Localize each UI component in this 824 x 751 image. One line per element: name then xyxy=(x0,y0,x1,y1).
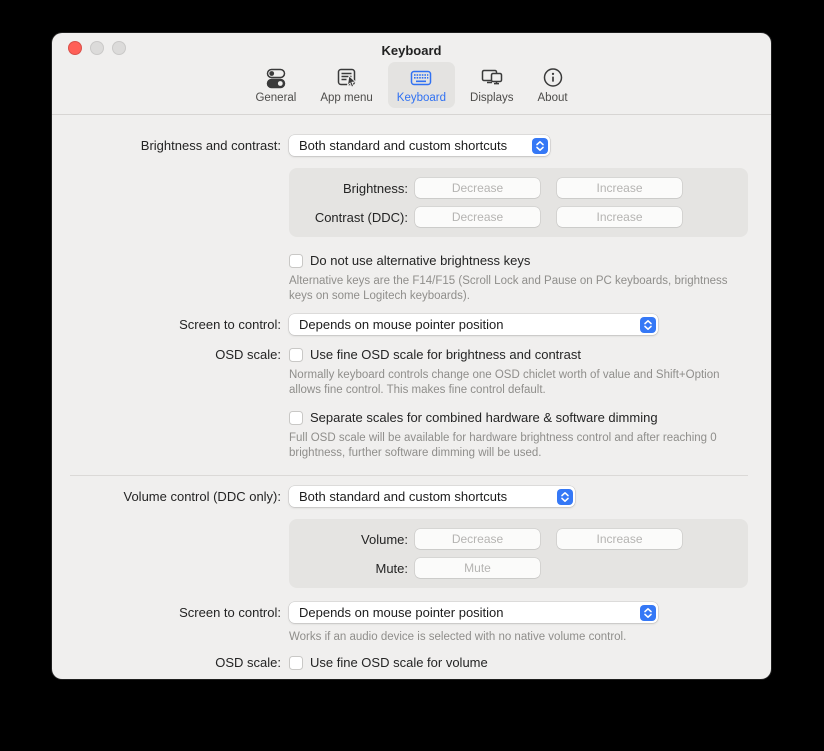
tab-general-label: General xyxy=(255,92,296,104)
alt-keys-checkbox[interactable] xyxy=(289,254,303,268)
brightness-mode-popup[interactable]: Both standard and custom shortcuts xyxy=(289,135,550,156)
alt-keys-label: Do not use alternative brightness keys xyxy=(310,253,530,268)
volume-screen-popup[interactable]: Depends on mouse pointer position xyxy=(289,602,658,623)
fine-osd-volume-label: Use fine OSD scale for volume xyxy=(310,655,488,670)
fine-osd-volume-row: Use fine OSD scale for volume xyxy=(289,655,488,670)
brightness-osd-row: OSD scale: Use fine OSD scale for bright… xyxy=(52,347,771,362)
preferences-window: Keyboard General xyxy=(52,33,771,679)
section-divider xyxy=(70,475,748,476)
separate-scales-row: Separate scales for combined hardware & … xyxy=(289,410,771,425)
alt-keys-row: Do not use alternative brightness keys xyxy=(289,253,771,268)
fine-osd-brightness-label: Use fine OSD scale for brightness and co… xyxy=(310,347,581,362)
volume-osd-label: OSD scale: xyxy=(52,655,289,670)
volume-mode-row: Volume control (DDC only): Both standard… xyxy=(52,486,771,507)
volume-label: Volume: xyxy=(289,532,415,547)
contrast-label: Contrast (DDC): xyxy=(289,210,415,225)
volume-mode-popup[interactable]: Both standard and custom shortcuts xyxy=(289,486,575,507)
zoom-button xyxy=(112,41,126,55)
brightness-screen-label: Screen to control: xyxy=(52,317,289,332)
brightness-mode-label: Brightness and contrast: xyxy=(52,138,289,153)
volume-mode-value: Both standard and custom shortcuts xyxy=(299,489,507,504)
tab-general[interactable]: General xyxy=(246,62,305,108)
volume-screen-help: Works if an audio device is selected wit… xyxy=(289,630,751,645)
tab-keyboard-label: Keyboard xyxy=(397,92,446,104)
window-title: Keyboard xyxy=(382,43,442,58)
brightness-osd-label: OSD scale: xyxy=(52,347,289,362)
mute-shortcut-row: Mute: Mute xyxy=(289,558,748,578)
volume-screen-value: Depends on mouse pointer position xyxy=(299,605,504,620)
menu-cursor-icon xyxy=(334,65,360,91)
fine-osd-brightness-checkbox[interactable] xyxy=(289,348,303,362)
keyboard-settings-pane: Brightness and contrast: Both standard a… xyxy=(52,115,771,670)
volume-mode-label: Volume control (DDC only): xyxy=(52,489,289,504)
minimize-button xyxy=(90,41,104,55)
brightness-screen-value: Depends on mouse pointer position xyxy=(299,317,504,332)
brightness-decrease-button[interactable]: Decrease xyxy=(415,178,540,198)
close-button[interactable] xyxy=(68,41,82,55)
title-bar: Keyboard xyxy=(52,33,771,60)
displays-icon xyxy=(479,65,505,91)
preferences-toolbar: General App menu xyxy=(52,60,771,115)
tab-displays-label: Displays xyxy=(470,92,513,104)
brightness-shortcut-row: Brightness: Decrease Increase xyxy=(289,178,748,198)
volume-shortcut-row: Volume: Decrease Increase xyxy=(289,529,748,549)
keyboard-icon xyxy=(408,65,434,91)
brightness-screen-popup[interactable]: Depends on mouse pointer position xyxy=(289,314,658,335)
mute-button[interactable]: Mute xyxy=(415,558,540,578)
tab-about[interactable]: About xyxy=(529,62,577,108)
fine-osd-volume-checkbox[interactable] xyxy=(289,656,303,670)
popup-chevrons-icon xyxy=(640,317,656,333)
brightness-shortcuts-box: Brightness: Decrease Increase Contrast (… xyxy=(289,168,748,237)
contrast-increase-button[interactable]: Increase xyxy=(557,207,682,227)
popup-chevrons-icon xyxy=(557,489,573,505)
volume-screen-label: Screen to control: xyxy=(52,605,289,620)
toggles-icon xyxy=(263,65,289,91)
fine-osd-brightness-row: Use fine OSD scale for brightness and co… xyxy=(289,347,581,362)
volume-shortcuts-box: Volume: Decrease Increase Mute: Mute xyxy=(289,519,748,588)
popup-chevrons-icon xyxy=(532,138,548,154)
brightness-mode-row: Brightness and contrast: Both standard a… xyxy=(52,135,771,156)
separate-scales-checkbox[interactable] xyxy=(289,411,303,425)
brightness-label: Brightness: xyxy=(289,181,415,196)
info-icon xyxy=(540,65,566,91)
tab-displays[interactable]: Displays xyxy=(461,62,522,108)
contrast-shortcut-row: Contrast (DDC): Decrease Increase xyxy=(289,207,748,227)
contrast-decrease-button[interactable]: Decrease xyxy=(415,207,540,227)
alt-keys-help: Alternative keys are the F14/F15 (Scroll… xyxy=(289,274,751,304)
tab-keyboard[interactable]: Keyboard xyxy=(388,62,455,108)
mute-label: Mute: xyxy=(289,561,415,576)
traffic-lights xyxy=(68,41,126,55)
tab-app-menu[interactable]: App menu xyxy=(311,62,381,108)
tab-about-label: About xyxy=(538,92,568,104)
tab-app-menu-label: App menu xyxy=(320,92,372,104)
volume-screen-row: Screen to control: Depends on mouse poin… xyxy=(52,602,771,623)
volume-osd-row: OSD scale: Use fine OSD scale for volume xyxy=(52,655,771,670)
fine-osd-brightness-help: Normally keyboard controls change one OS… xyxy=(289,368,751,398)
popup-chevrons-icon xyxy=(640,605,656,621)
volume-increase-button[interactable]: Increase xyxy=(557,529,682,549)
volume-decrease-button[interactable]: Decrease xyxy=(415,529,540,549)
brightness-mode-value: Both standard and custom shortcuts xyxy=(299,138,507,153)
separate-scales-help: Full OSD scale will be available for har… xyxy=(289,431,751,461)
brightness-increase-button[interactable]: Increase xyxy=(557,178,682,198)
brightness-screen-row: Screen to control: Depends on mouse poin… xyxy=(52,314,771,335)
separate-scales-label: Separate scales for combined hardware & … xyxy=(310,410,658,425)
